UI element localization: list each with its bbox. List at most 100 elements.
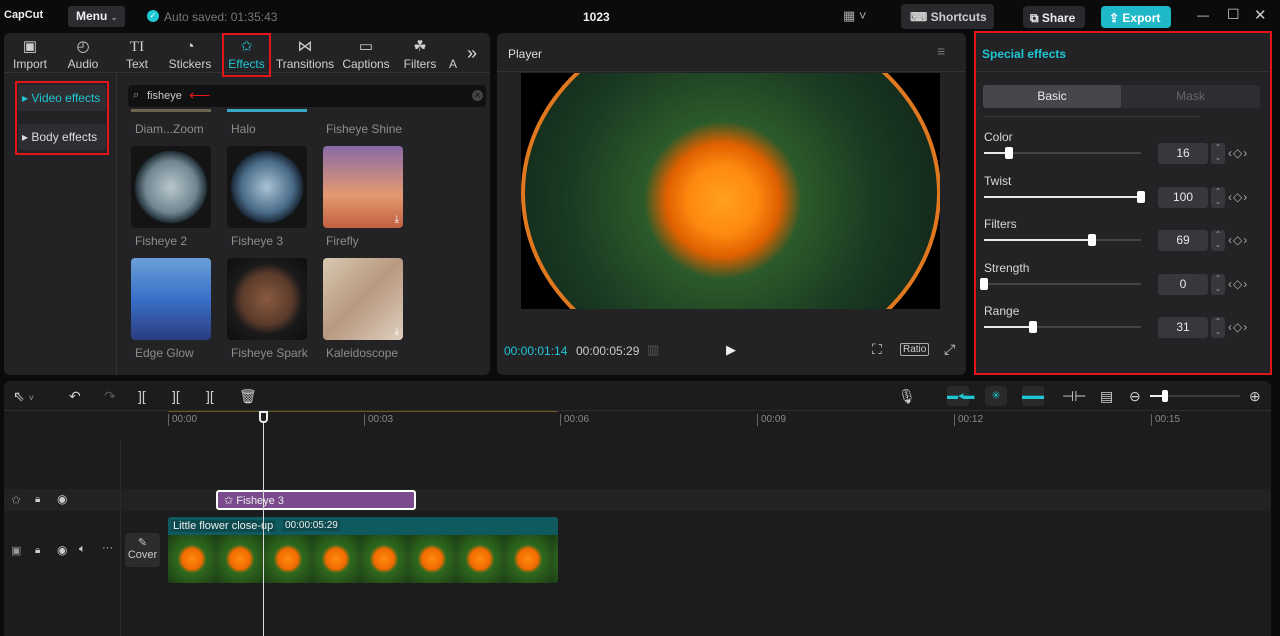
slider-knob[interactable] bbox=[1137, 190, 1145, 203]
effect-thumb-fisheye-2[interactable] bbox=[131, 146, 211, 228]
segmented-control: Basic Mask bbox=[983, 85, 1260, 108]
stepper-icon[interactable]: ⌃ ⌄ bbox=[1211, 317, 1225, 338]
export-label: Export bbox=[1122, 11, 1161, 25]
keyframe-icon[interactable]: ‹◇› bbox=[1228, 146, 1248, 160]
redo-icon[interactable]: ↷ bbox=[104, 388, 116, 405]
zoom-slider[interactable] bbox=[1150, 390, 1240, 402]
split-left-icon[interactable]: ][ bbox=[172, 388, 180, 404]
download-icon[interactable]: ⤓ bbox=[395, 326, 399, 337]
search-input[interactable]: ⌕ fisheye ⟵ ✕ bbox=[128, 85, 486, 107]
effect-clip-fisheye-3[interactable]: ✩ Fisheye 3 bbox=[216, 490, 416, 510]
sidebar-item-body-effects[interactable]: ▸ Body effects bbox=[18, 124, 106, 150]
keyframe-icon[interactable]: ‹◇› bbox=[1228, 190, 1248, 204]
menu-button[interactable]: Menu ⌄ bbox=[68, 6, 125, 27]
playhead[interactable] bbox=[263, 420, 264, 636]
param-slider[interactable] bbox=[984, 234, 1141, 246]
menu-icon[interactable]: ≡ bbox=[937, 43, 945, 59]
tab-label: Mask bbox=[1176, 89, 1205, 103]
export-button[interactable]: ⇪ Export bbox=[1101, 6, 1171, 28]
sidebar-item-video-effects[interactable]: ▸ Video effects bbox=[18, 85, 106, 111]
tab-transitions[interactable]: ⋈ Transitions bbox=[274, 37, 336, 71]
delete-icon[interactable]: 🗑 bbox=[239, 388, 257, 405]
ratio-button[interactable]: Ratio bbox=[900, 343, 930, 356]
keyframe-icon[interactable]: ‹◇› bbox=[1228, 277, 1248, 291]
tab-more[interactable]: A bbox=[446, 57, 460, 71]
param-slider[interactable] bbox=[984, 321, 1141, 333]
maximize-icon[interactable]: ☐ bbox=[1227, 6, 1240, 23]
tab-audio[interactable]: ◴ Audio bbox=[57, 37, 109, 71]
cover-button[interactable]: ✎ Cover bbox=[125, 533, 160, 567]
tab-import[interactable]: ▣ Import bbox=[4, 37, 56, 71]
playhead-handle[interactable] bbox=[259, 411, 268, 423]
tab-captions[interactable]: ▭ Captions bbox=[338, 37, 394, 71]
download-icon[interactable]: ⤓ bbox=[395, 214, 399, 225]
param-value-input[interactable]: 100 bbox=[1158, 186, 1208, 208]
effect-thumb-edge-glow[interactable] bbox=[131, 258, 211, 340]
main-track-magnet-icon[interactable]: ▬◂▬ bbox=[947, 386, 975, 406]
param-slider[interactable] bbox=[984, 190, 1145, 203]
tab-text[interactable]: TI Text bbox=[111, 37, 163, 71]
close-icon[interactable]: ✕ bbox=[1254, 6, 1267, 24]
layout-icon[interactable]: ▦ ˅ bbox=[843, 8, 867, 24]
effect-thumb-fisheye-3[interactable] bbox=[227, 146, 307, 228]
select-tool-icon[interactable]: ⇖ ˅ bbox=[13, 388, 34, 405]
divider bbox=[983, 116, 1200, 117]
stepper-icon[interactable]: ⌃ ⌄ bbox=[1211, 230, 1225, 251]
chevrons-right-icon[interactable]: » bbox=[467, 43, 477, 64]
zoom-slider-knob[interactable] bbox=[1162, 390, 1168, 402]
video-preview[interactable] bbox=[521, 73, 940, 309]
tab-basic[interactable]: Basic bbox=[983, 85, 1121, 108]
slider-knob[interactable] bbox=[980, 277, 988, 290]
slider-knob[interactable] bbox=[1088, 234, 1097, 246]
zoom-timeline-icon[interactable]: ▤ bbox=[1100, 388, 1113, 405]
keyframe-icon[interactable]: ‹◇› bbox=[1228, 233, 1248, 247]
zoom-in-icon[interactable]: ⊕ bbox=[1249, 388, 1261, 405]
split-icon[interactable]: ][ bbox=[138, 388, 146, 404]
tab-stickers[interactable]: ◔ Stickers bbox=[164, 37, 216, 71]
slider-knob[interactable] bbox=[1028, 321, 1037, 333]
preview-axis-icon[interactable]: ⊣⊢ bbox=[1062, 388, 1086, 405]
minimize-icon[interactable]: — bbox=[1197, 8, 1209, 22]
shortcuts-button[interactable]: ⌨ Shortcuts bbox=[901, 4, 994, 29]
play-button[interactable]: ▶ bbox=[726, 342, 736, 358]
lock-icon[interactable]: 🔒︎ bbox=[35, 494, 40, 505]
split-right-icon[interactable]: ][ bbox=[206, 388, 214, 404]
tab-effects[interactable]: ✩ Effects bbox=[222, 33, 271, 77]
lock-icon[interactable]: 🔒︎ bbox=[35, 545, 40, 556]
param-value-input[interactable]: 31 bbox=[1158, 317, 1208, 338]
tab-label: A bbox=[448, 57, 457, 71]
stepper-icon[interactable]: ⌃ ⌄ bbox=[1211, 143, 1225, 164]
eye-icon[interactable]: ◉ bbox=[57, 543, 67, 557]
grid-icon[interactable]: ▥ bbox=[647, 342, 659, 358]
effect-thumb-kaleidoscope[interactable]: ⤓ bbox=[323, 258, 403, 340]
undo-icon[interactable]: ↶ bbox=[69, 388, 81, 405]
audio-icon: ◴ bbox=[76, 38, 90, 55]
eye-icon[interactable]: ◉ bbox=[57, 492, 67, 506]
share-button[interactable]: ⧉ Share bbox=[1023, 6, 1085, 28]
volume-icon[interactable]: 🔈︎ bbox=[79, 543, 86, 556]
param-slider[interactable] bbox=[984, 147, 1141, 159]
more-icon[interactable]: ··· bbox=[102, 542, 113, 554]
param-value-input[interactable]: 16 bbox=[1158, 143, 1208, 164]
video-clip[interactable]: Little flower close-up 00:00:05:29 bbox=[168, 517, 558, 583]
stepper-icon[interactable]: ⌃ ⌄ bbox=[1211, 273, 1225, 295]
stepper-icon[interactable]: ⌃ ⌄ bbox=[1211, 186, 1225, 208]
effect-thumb-fisheye-spark[interactable] bbox=[227, 258, 307, 340]
zoom-out-icon[interactable]: ⊖ bbox=[1129, 388, 1141, 405]
fullscreen-icon[interactable]: ⤢ bbox=[944, 341, 955, 358]
sidebar-item-label: Video effects bbox=[31, 91, 101, 105]
clear-search-icon[interactable]: ✕ bbox=[472, 90, 483, 101]
auto-snap-icon[interactable]: ✳ bbox=[985, 386, 1007, 406]
zoom-fit-icon[interactable]: ⛶ bbox=[872, 341, 882, 358]
param-slider[interactable] bbox=[980, 277, 1141, 290]
tab-filters[interactable]: ☘ Filters bbox=[396, 37, 444, 71]
param-value-input[interactable]: 69 bbox=[1158, 230, 1208, 251]
keyframe-icon[interactable]: ‹◇› bbox=[1228, 320, 1248, 334]
effect-thumb-firefly[interactable]: ⤓ bbox=[323, 146, 403, 228]
param-value-input[interactable]: 0 bbox=[1158, 273, 1208, 295]
tab-mask[interactable]: Mask bbox=[1121, 85, 1260, 108]
slider-knob[interactable] bbox=[1005, 147, 1014, 159]
param-label: Twist bbox=[984, 173, 1012, 188]
link-icon[interactable]: ▬▬ bbox=[1022, 386, 1044, 406]
microphone-icon[interactable]: 🎙 bbox=[898, 388, 916, 405]
